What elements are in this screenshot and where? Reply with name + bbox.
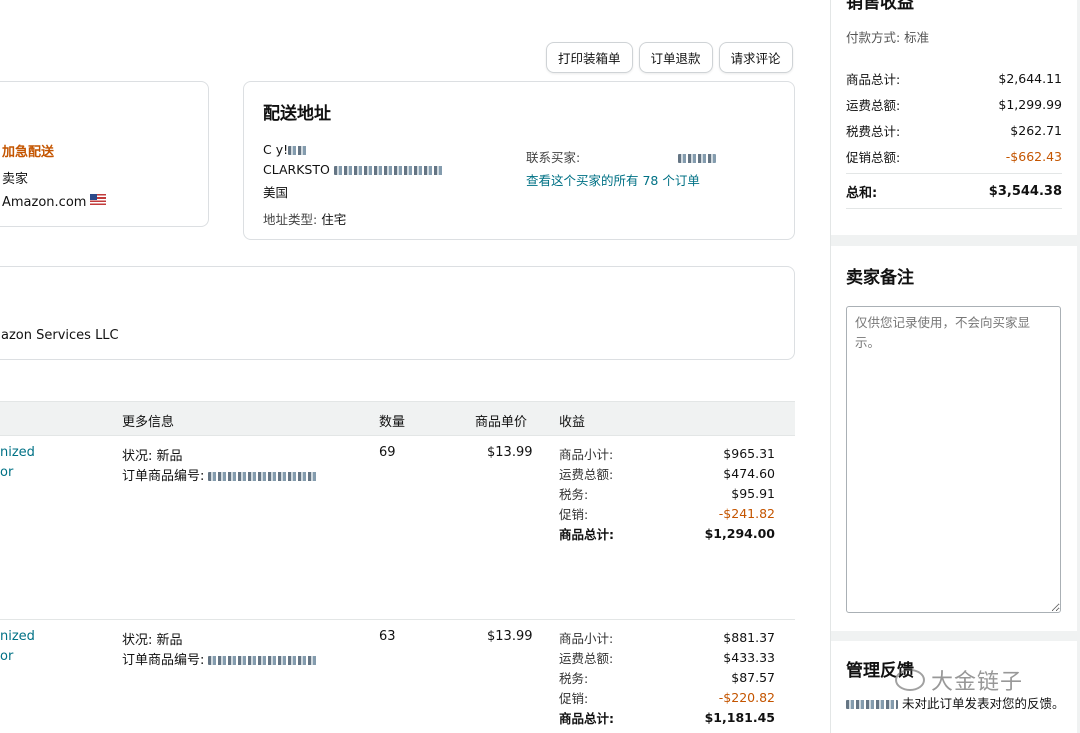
- feedback-status: 未对此订单发表对您的反馈。: [846, 694, 1066, 714]
- sales-earnings-panel: 销售收益 付款方式: 标准 商品总计: $2,644.11 运费总额: $1,299…: [831, 0, 1077, 235]
- seller-name: azon Services LLC: [1, 328, 119, 343]
- sales-channel: Amazon.com: [2, 194, 107, 210]
- order-item-id: 订单商品编号:: [122, 649, 319, 668]
- product-title-link[interactable]: nized: [0, 445, 35, 460]
- view-buyer-orders-link[interactable]: 查看这个买家的所有 78 个订单: [526, 170, 700, 189]
- col-earnings: 收益: [559, 415, 586, 430]
- shipping-address-title: 配送地址: [263, 104, 331, 124]
- summary-row: 商品总计: $2,644.11: [846, 70, 1062, 87]
- buyer-name: C y!: [263, 142, 309, 157]
- contact-buyer: 联系买家:: [526, 147, 717, 166]
- contact-buyer-link[interactable]: [678, 154, 717, 163]
- watermark: 大金链子: [895, 664, 1023, 696]
- earnings-summary: 商品总计: $2,644.11 运费总额: $1,299.99 税费总计: $262.…: [846, 65, 1062, 209]
- summary-row: 运费总额: $1,299.99: [846, 96, 1062, 113]
- shipping-address-card: 配送地址 C y! CLARKSTO 美国 地址类型: 住宅 联系买家: 查看这…: [243, 81, 795, 240]
- item-earnings: 商品小计: $881.37 运费总额: $433.33 税务: $87.57 促销: -…: [559, 629, 775, 726]
- order-sidebar: 销售收益 付款方式: 标准 商品总计: $2,644.11 运费总额: $1,299…: [830, 0, 1080, 733]
- buyer-country: 美国: [263, 185, 289, 200]
- col-quantity: 数量: [379, 415, 406, 430]
- summary-row: 税费总计: $262.71: [846, 122, 1062, 139]
- product-title-link-line2[interactable]: or: [0, 649, 13, 664]
- order-summary-card: 加急配送 卖家 Amazon.com: [0, 81, 209, 227]
- item-unit-price: $13.99: [487, 445, 533, 460]
- seller-notes-panel: 卖家备注: [831, 246, 1077, 631]
- col-unit-price: 商品单价: [475, 415, 528, 430]
- refund-order-button[interactable]: 订单退款: [638, 42, 713, 73]
- payment-method: 付款方式: 标准: [846, 30, 930, 45]
- order-items-table-header: 更多信息 数量 商品单价 收益: [0, 401, 795, 436]
- item-unit-price: $13.99: [487, 629, 533, 644]
- row-divider: [0, 619, 795, 620]
- request-review-button[interactable]: 请求评论: [718, 42, 793, 73]
- shipping-service: 加急配送: [2, 145, 55, 160]
- col-more-info: 更多信息: [122, 415, 175, 430]
- item-quantity: 63: [379, 629, 396, 644]
- item-condition: 状况: 新品: [122, 633, 183, 648]
- sales-earnings-title: 销售收益: [846, 0, 914, 13]
- fulfillment-channel: 卖家: [2, 172, 29, 187]
- seller-info-card: azon Services LLC: [0, 266, 795, 360]
- wechat-icon: [895, 669, 925, 691]
- item-quantity: 69: [379, 445, 396, 460]
- seller-notes-title: 卖家备注: [846, 268, 914, 288]
- buyer-city: CLARKSTO: [263, 162, 444, 177]
- product-title-link[interactable]: nized: [0, 629, 35, 644]
- order-actions: 打印装箱单 订单退款 请求评论: [546, 42, 793, 73]
- seller-notes-input[interactable]: [846, 306, 1061, 613]
- item-condition: 状况: 新品: [122, 449, 183, 464]
- item-earnings: 商品小计: $965.31 运费总额: $474.60 税务: $95.91 促销: -…: [559, 445, 775, 542]
- order-item-id: 订单商品编号:: [122, 465, 319, 484]
- summary-row: 促销总额: -$662.43: [846, 148, 1062, 165]
- us-flag-icon: [90, 194, 107, 205]
- product-title-link-line2[interactable]: or: [0, 465, 13, 480]
- print-packing-slip-button[interactable]: 打印装箱单: [546, 42, 633, 73]
- address-type: 地址类型: 住宅: [263, 212, 347, 227]
- summary-total: 总和: $3,544.38: [846, 173, 1062, 209]
